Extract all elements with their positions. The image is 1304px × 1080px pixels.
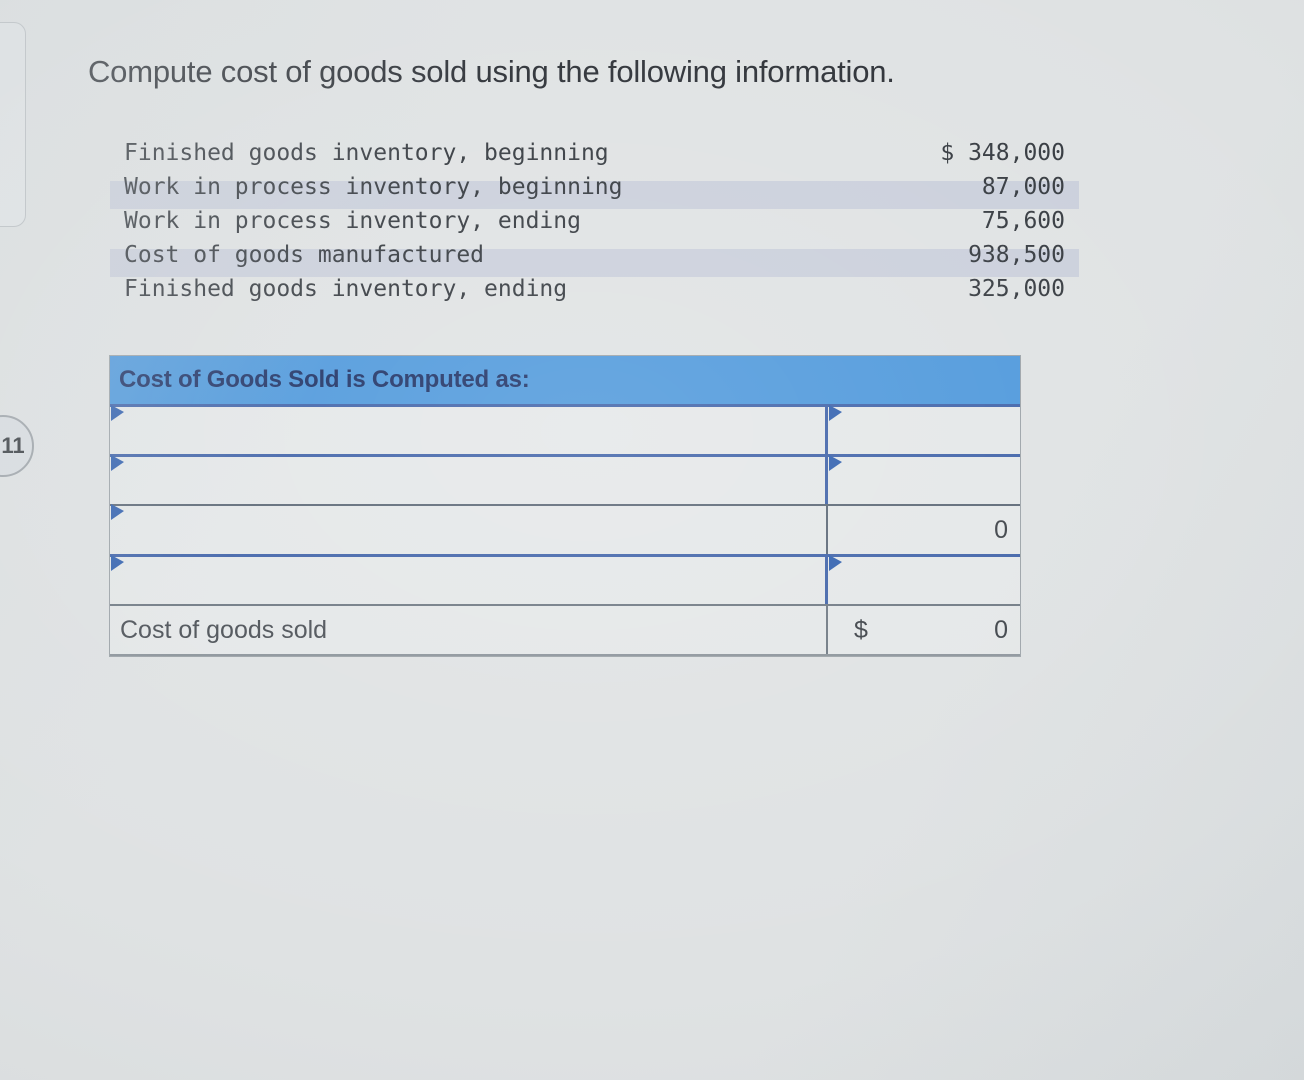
given-data-row: Finished goods inventory, ending 325,000	[118, 276, 1073, 310]
entry-label-dropdown[interactable]	[110, 455, 828, 504]
entry-label-dropdown[interactable]	[110, 405, 828, 454]
dropdown-triangle-icon	[829, 405, 842, 421]
given-data-row: Finished goods inventory, beginning $ 348…	[118, 140, 1073, 174]
dropdown-triangle-icon	[111, 455, 124, 471]
given-data-value: $ 348,000	[940, 140, 1065, 166]
dropdown-triangle-icon	[111, 504, 124, 520]
question-number-badge: 11	[0, 415, 34, 477]
worksheet-entry-rows: 0	[110, 404, 1020, 604]
given-data-label: Finished goods inventory, ending	[124, 276, 568, 302]
entry-label-dropdown[interactable]	[110, 555, 828, 604]
page-title: Compute cost of goods sold using the fol…	[88, 54, 895, 89]
given-data-label: Work in process inventory, ending	[124, 208, 581, 234]
total-row-amount: 0	[994, 615, 1008, 644]
table-row	[110, 404, 1020, 454]
given-data-label: Finished goods inventory, beginning	[124, 140, 609, 166]
worksheet-header: Cost of Goods Sold is Computed as:	[110, 356, 1020, 404]
entry-amount-input[interactable]	[828, 405, 1020, 454]
cost-of-goods-sold-worksheet: Cost of Goods Sold is Computed as: 0 Cos…	[109, 355, 1021, 657]
table-row-total: Cost of goods sold $ 0	[110, 604, 1020, 656]
table-row: 0	[110, 504, 1020, 554]
dropdown-triangle-icon	[829, 555, 842, 571]
entry-amount-input[interactable]: 0	[828, 506, 1020, 554]
given-data-row: Work in process inventory, beginning 87,0…	[110, 174, 1079, 209]
given-data-value: 87,000	[981, 174, 1065, 200]
given-data-label: Work in process inventory, beginning	[124, 174, 623, 200]
entry-amount-input[interactable]	[828, 555, 1020, 604]
entry-label-dropdown[interactable]	[110, 504, 828, 554]
left-side-panel	[0, 22, 26, 227]
currency-symbol: $	[854, 615, 868, 644]
entry-amount-text: 0	[994, 515, 1008, 544]
given-data-row: Work in process inventory, ending 75,600	[118, 208, 1073, 242]
given-data-value: 75,600	[981, 208, 1065, 234]
table-row	[110, 554, 1020, 604]
given-data-value: 938,500	[968, 242, 1065, 268]
dropdown-triangle-icon	[111, 555, 124, 571]
given-data-label: Cost of goods manufactured	[124, 242, 485, 268]
given-data-row: Cost of goods manufactured 938,500	[110, 242, 1079, 277]
table-row	[110, 454, 1020, 504]
dropdown-triangle-icon	[111, 405, 124, 421]
entry-amount-input[interactable]	[828, 455, 1020, 504]
given-data-list: Finished goods inventory, beginning $ 348…	[110, 140, 1079, 310]
given-data-value: 325,000	[968, 276, 1065, 302]
dropdown-triangle-icon	[829, 455, 842, 471]
total-row-label: Cost of goods sold	[110, 606, 828, 654]
total-row-value-cell: $ 0	[828, 606, 1020, 654]
